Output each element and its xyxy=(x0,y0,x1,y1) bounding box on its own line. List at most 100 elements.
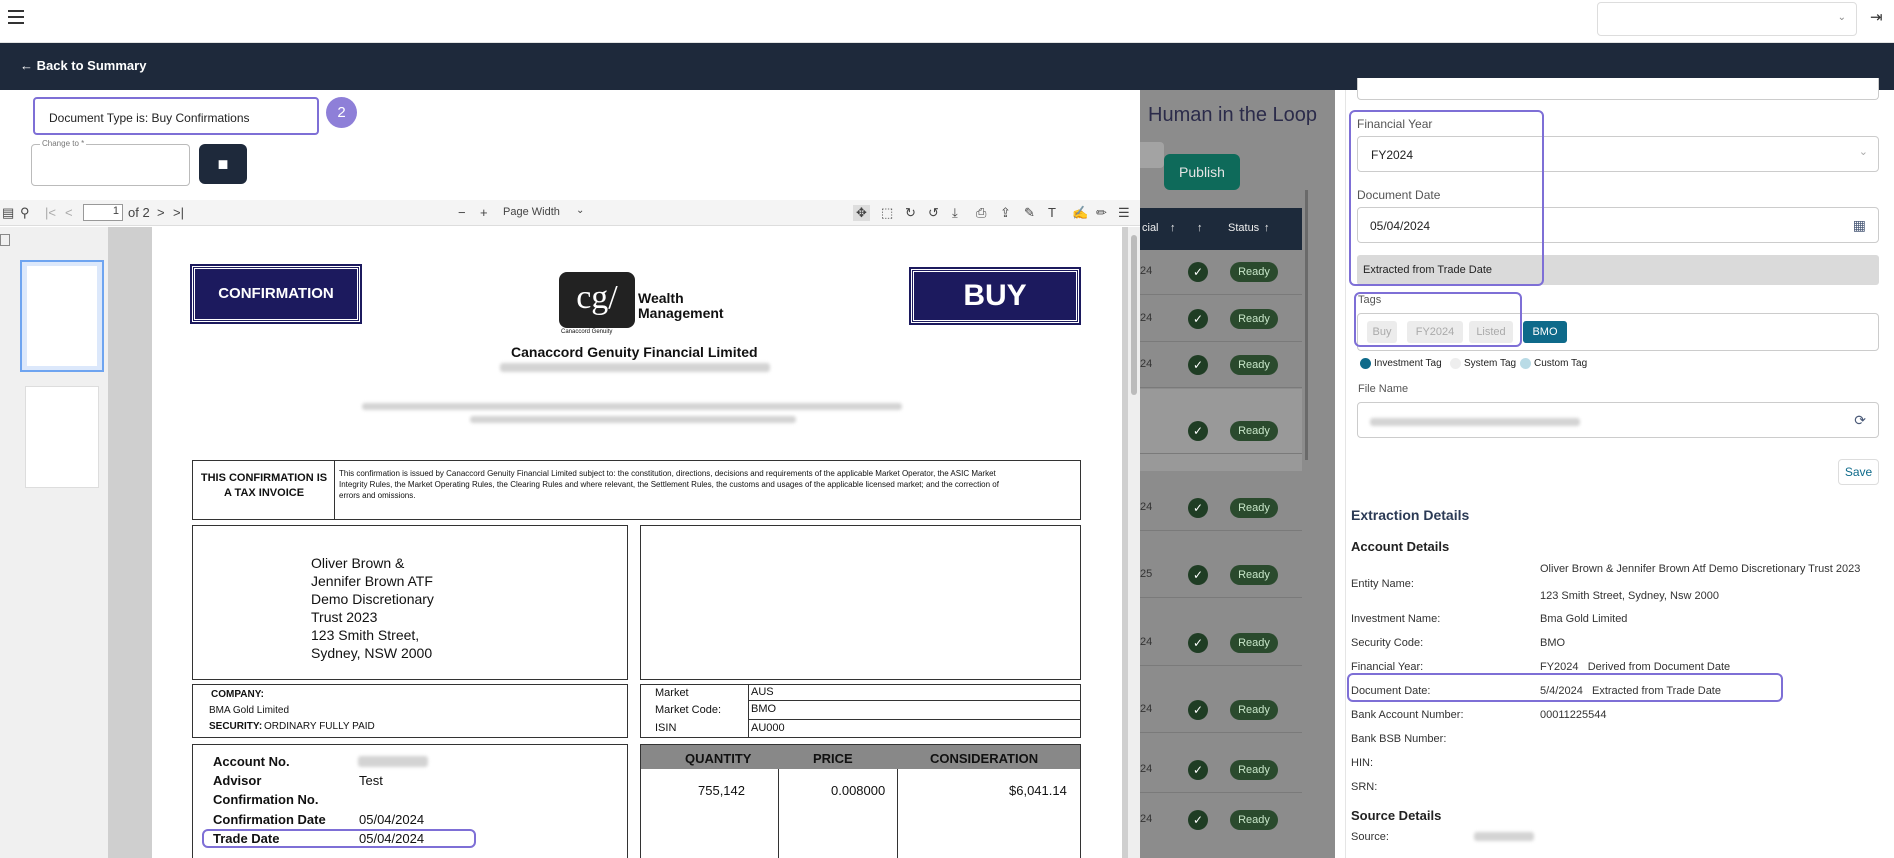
draw-icon[interactable]: ✏ xyxy=(1096,205,1107,221)
thumbnail-page-1[interactable] xyxy=(20,260,104,372)
panel-divider xyxy=(1345,90,1346,858)
address-line: Demo Discretionary xyxy=(311,591,434,607)
check-icon: ✓ xyxy=(1188,810,1208,830)
confirmation-box: CONFIRMATION xyxy=(190,264,362,324)
select-icon[interactable]: ⬚ xyxy=(881,205,893,221)
zoom-chevron-icon[interactable]: ⌄ xyxy=(576,205,584,216)
check-icon: ✓ xyxy=(1188,633,1208,653)
back-to-summary-link[interactable]: ← Back to Summary xyxy=(20,58,146,73)
price-value: 0.008000 xyxy=(831,783,886,798)
pan-icon[interactable]: ✥ xyxy=(853,205,870,221)
zoom-select[interactable]: Page Width xyxy=(503,206,560,218)
save-button[interactable]: Save xyxy=(1838,459,1879,485)
row-divider xyxy=(1140,294,1302,295)
text-icon[interactable]: T xyxy=(1048,205,1056,220)
first-page-icon[interactable]: |< xyxy=(45,205,56,220)
ready-badge: Ready xyxy=(1230,421,1278,441)
row-divider xyxy=(1140,665,1302,666)
row-divider xyxy=(1140,792,1302,793)
management-text: Management xyxy=(638,305,724,321)
thumbnail-page-2[interactable] xyxy=(25,386,99,488)
divider xyxy=(748,684,749,738)
canaccord-logo: cg/ xyxy=(559,272,635,328)
list-header: cial ↑ ↑ Status ↑ xyxy=(1140,208,1302,250)
detail-key: Financial Year: xyxy=(1351,661,1424,673)
page-of: of 2 xyxy=(128,205,150,220)
redacted-file-name xyxy=(1370,418,1580,426)
market-code-value: BMO xyxy=(751,703,777,715)
security-value: ORDINARY FULLY PAID xyxy=(264,721,375,732)
list-scrollbar[interactable] xyxy=(1305,190,1308,460)
security-label: SECURITY: xyxy=(209,721,263,732)
source-label: Source: xyxy=(1351,831,1389,843)
step-badge: 2 xyxy=(326,97,357,128)
ready-badge: Ready xyxy=(1230,700,1278,720)
pen-icon[interactable]: ✎ xyxy=(1024,205,1035,221)
last-page-icon[interactable]: >| xyxy=(173,205,184,220)
check-icon: ✓ xyxy=(1188,355,1208,375)
tag-bmo[interactable]: BMO xyxy=(1523,321,1567,343)
panel-toggle-icon[interactable] xyxy=(0,234,10,246)
floppy-icon: ■ xyxy=(217,154,229,174)
isin-value: AU000 xyxy=(751,722,785,734)
refresh-icon[interactable]: ⟳ xyxy=(1854,412,1866,429)
buy-box: BUY xyxy=(909,267,1081,325)
zoom-in-icon[interactable]: + xyxy=(480,205,488,220)
sidebar-toggle-icon[interactable]: ▤ xyxy=(2,205,14,221)
signature-icon[interactable]: ✍ xyxy=(1072,205,1088,221)
row-divider xyxy=(1140,387,1302,388)
address-line: 123 Smith Street, xyxy=(311,627,420,643)
prev-page-icon[interactable]: < xyxy=(65,205,73,220)
sort-icon[interactable]: ↑ xyxy=(1197,222,1203,234)
save-icon-button[interactable]: ■ xyxy=(199,144,247,184)
document-scrollbar[interactable] xyxy=(1128,227,1140,858)
check-icon: ✓ xyxy=(1188,760,1208,780)
change-to-field[interactable]: Change to * xyxy=(31,139,190,186)
account-no-label: Account No. xyxy=(213,754,290,769)
next-page-icon[interactable]: > xyxy=(157,205,165,220)
divider xyxy=(334,460,335,520)
detail-value: 00011225544 xyxy=(1540,709,1607,721)
row-year-suffix: 24 xyxy=(1140,312,1153,324)
consideration-value: $6,041.14 xyxy=(1009,783,1067,798)
row-year-suffix: 24 xyxy=(1140,813,1153,825)
divider xyxy=(778,769,779,858)
issuer-name: Canaccord Genuity Financial Limited xyxy=(511,344,758,360)
file-name-label: File Name xyxy=(1358,383,1409,395)
address-line: Sydney, NSW 2000 xyxy=(311,645,433,661)
top-select[interactable]: ⌄ xyxy=(1597,2,1857,36)
row-divider xyxy=(1140,597,1302,598)
detail-key: Bank BSB Number: xyxy=(1351,733,1447,745)
mid-button[interactable] xyxy=(1140,142,1164,168)
sort-icon[interactable]: ↑ xyxy=(1170,222,1176,234)
market-value: AUS xyxy=(751,686,774,698)
rotate-icon[interactable]: ↻ xyxy=(905,205,916,221)
market-code-label: Market Code: xyxy=(655,704,722,716)
quantity-value: 755,142 xyxy=(698,783,745,798)
download-icon[interactable]: ⤓ xyxy=(952,205,958,221)
zoom-out-icon[interactable]: − xyxy=(458,205,466,220)
tax-invoice-label: THIS CONFIRMATION IS A TAX INVOICE xyxy=(200,472,328,499)
row-year-suffix: 24 xyxy=(1140,636,1153,648)
empty-box xyxy=(640,525,1081,680)
print-icon[interactable]: ⎙ xyxy=(976,205,986,221)
row-year-suffix: 24 xyxy=(1140,265,1153,277)
logout-icon[interactable]: ⇥ xyxy=(1870,8,1883,26)
divider xyxy=(897,769,898,858)
detail-value: 123 Smith Street, Sydney, Nsw 2000 xyxy=(1540,590,1719,602)
rotate-ccw-icon[interactable]: ↺ xyxy=(928,205,939,221)
file-name-field[interactable]: ⟳ xyxy=(1357,402,1879,438)
publish-button[interactable]: Publish xyxy=(1164,154,1240,190)
page-number-input[interactable]: 1 xyxy=(83,204,123,221)
chevron-down-icon: ⌄ xyxy=(1837,12,1846,23)
search-icon[interactable]: ⚲ xyxy=(20,205,30,221)
ready-badge: Ready xyxy=(1230,262,1278,282)
row-divider xyxy=(1140,732,1302,733)
hamburger-icon[interactable] xyxy=(8,10,24,24)
top-field[interactable] xyxy=(1357,78,1879,100)
calendar-icon[interactable]: ▦ xyxy=(1853,217,1866,234)
export-icon[interactable]: ⇪ xyxy=(1000,205,1011,221)
more-menu-icon[interactable]: ☰ xyxy=(1118,205,1130,221)
conf-no-label: Confirmation No. xyxy=(213,792,319,807)
sort-icon[interactable]: ↑ xyxy=(1264,222,1270,234)
